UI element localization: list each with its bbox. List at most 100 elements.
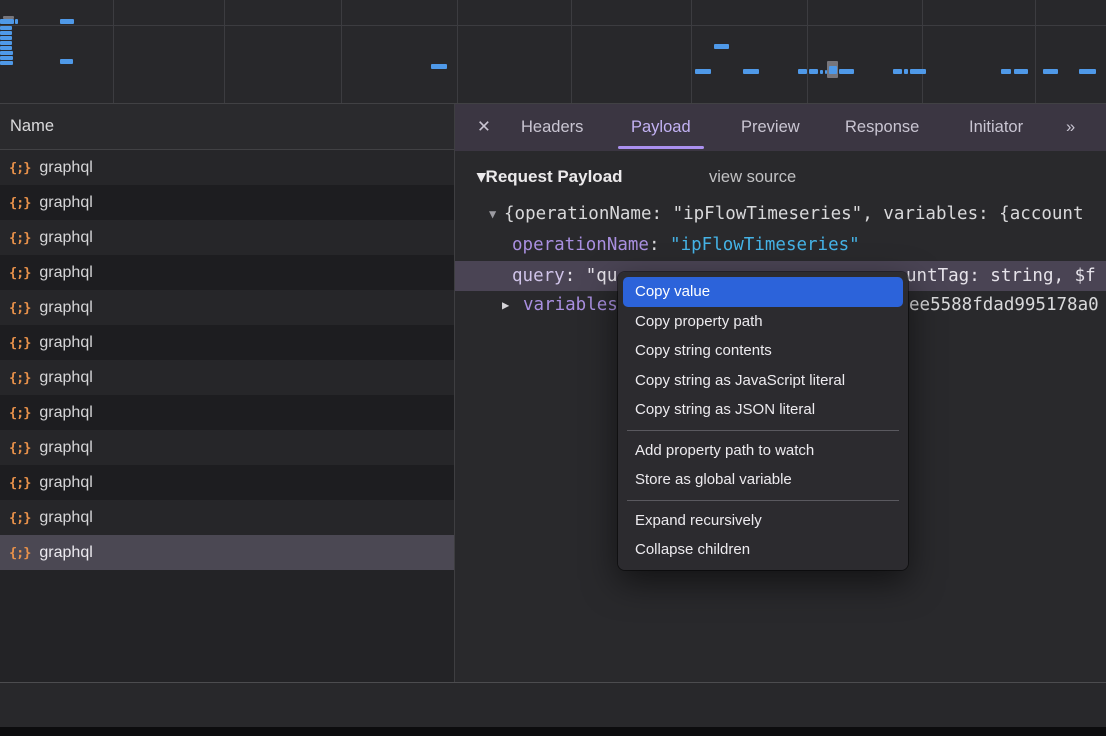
request-row[interactable]: {;} graphql — [0, 220, 454, 255]
waterfall-bar — [829, 66, 837, 74]
expand-arrow-icon[interactable]: ▼ — [489, 201, 496, 227]
view-source-link[interactable]: view source — [709, 165, 796, 189]
property-value-fragment: ee5588fdad995178a0 — [909, 291, 1099, 319]
waterfall-bar — [1001, 69, 1011, 74]
request-row[interactable]: {;}graphql — [0, 185, 454, 220]
json-icon: {;} — [9, 335, 30, 351]
waterfall-bar — [60, 59, 73, 64]
overview-gridline — [1035, 0, 1036, 103]
property-key: operationName — [512, 235, 649, 255]
request-row[interactable]: {;}graphql — [0, 255, 454, 290]
waterfall-bar — [695, 69, 711, 74]
devtools-window: Name {;}graphql{;}graphql{;}graphql{;}gr… — [0, 0, 1106, 736]
tab-headers[interactable]: Headers — [521, 104, 583, 151]
menu-item-expand-recursively[interactable]: Expand recursively — [618, 506, 908, 536]
menu-item-copy-property-path[interactable]: Copy property path — [618, 307, 908, 337]
waterfall-bar — [904, 69, 908, 74]
request-row[interactable]: {;} graphql — [0, 500, 454, 535]
waterfall-bar — [0, 36, 12, 40]
json-icon: {;} — [9, 440, 30, 456]
property-value: "ipFlowTimeseries" — [670, 235, 860, 255]
request-name: graphql — [39, 369, 92, 387]
request-row[interactable]: {;} graphql — [0, 535, 454, 570]
request-name: graphql — [39, 264, 92, 282]
menu-item-copy-string-contents[interactable]: Copy string contents — [618, 336, 908, 366]
waterfall-bar — [809, 69, 818, 74]
overview-gridline-horizontal — [0, 25, 1106, 26]
menu-item-copy-value[interactable]: Copy value — [623, 277, 903, 307]
menu-item-copy-string-as-json-literal[interactable]: Copy string as JSON literal — [618, 395, 908, 425]
waterfall-bar — [0, 31, 12, 35]
waterfall-bar — [1043, 69, 1058, 74]
request-row[interactable]: {;}graphql — [0, 150, 454, 185]
request-row[interactable]: {;} graphql — [0, 430, 454, 465]
overview-gridline — [571, 0, 572, 103]
request-name: graphql — [39, 299, 92, 317]
request-payload-section[interactable]: ▾Request Payload view source — [455, 165, 1106, 189]
overview-gridline — [457, 0, 458, 103]
section-collapse-arrow-icon[interactable]: ▾ — [477, 167, 486, 186]
waterfall-bar — [0, 41, 12, 45]
waterfall-bar — [893, 69, 902, 74]
overview-gridline — [807, 0, 808, 103]
payload-row-operation-name[interactable]: operationName: "ipFlowTimeseries" — [455, 232, 1106, 258]
column-header-label: Name — [10, 117, 54, 136]
waterfall-bar — [431, 64, 447, 69]
waterfall-bar — [0, 26, 12, 30]
tab-payload[interactable]: Payload — [631, 104, 691, 151]
request-list-panel: Name {;}graphql{;}graphql{;}graphql{;}gr… — [0, 104, 454, 736]
menu-separator — [627, 500, 899, 501]
tab-response[interactable]: Response — [845, 104, 919, 151]
json-icon: {;} — [9, 160, 30, 176]
json-icon: {;} — [9, 300, 30, 316]
json-icon: {;} — [9, 230, 30, 246]
overview-gridline — [922, 0, 923, 103]
request-name: graphql — [39, 194, 92, 212]
property-value-start: "qu — [586, 266, 618, 286]
waterfall-bar — [60, 19, 74, 24]
tab-initiator[interactable]: Initiator — [969, 104, 1023, 151]
overview-gridline — [691, 0, 692, 103]
json-icon: {;} — [9, 545, 30, 561]
json-icon: {;} — [9, 370, 30, 386]
request-row[interactable]: {;}graphql — [0, 465, 454, 500]
network-overview[interactable] — [0, 0, 1106, 104]
request-name: graphql — [39, 474, 92, 492]
waterfall-bar — [0, 51, 13, 55]
window-bottom-edge — [0, 727, 1106, 736]
menu-separator — [627, 430, 899, 431]
payload-root-row[interactable]: ▼ {operationName: "ipFlowTimeseries", va… — [455, 201, 1106, 227]
property-key: variables — [523, 291, 618, 319]
request-row[interactable]: {;}graphql — [0, 395, 454, 430]
overview-gridline — [224, 0, 225, 103]
tab-overflow-icon[interactable]: » — [1066, 104, 1073, 151]
request-row[interactable]: {;}graphql — [0, 325, 454, 360]
object-preview-text: {operationName: "ipFlowTimeseries", vari… — [504, 201, 1083, 227]
request-row[interactable]: {;} graphql — [0, 290, 454, 325]
close-icon[interactable]: ✕ — [477, 104, 491, 151]
waterfall-bar — [0, 19, 14, 24]
section-title: Request Payload — [486, 167, 623, 186]
request-name: graphql — [39, 229, 92, 247]
property-separator: : — [565, 266, 586, 286]
waterfall-bar — [15, 19, 18, 24]
menu-item-collapse-children[interactable]: Collapse children — [618, 535, 908, 565]
request-list-empty-area — [0, 570, 454, 682]
request-row[interactable]: {;} graphql — [0, 360, 454, 395]
json-icon: {;} — [9, 510, 30, 526]
waterfall-bar — [743, 69, 759, 74]
waterfall-bar — [1014, 69, 1028, 74]
waterfall-bar — [0, 61, 13, 65]
tab-preview[interactable]: Preview — [741, 104, 800, 151]
json-icon: {;} — [9, 405, 30, 421]
column-header-name[interactable]: Name — [0, 104, 454, 150]
request-list: {;} graphql {;} graphql {;} graphql {;} graphql… — [0, 150, 454, 682]
expand-arrow-icon[interactable]: ▶ — [502, 291, 509, 319]
menu-item-add-property-path-to-watch[interactable]: Add property path to watch — [618, 436, 908, 466]
request-name: graphql — [39, 439, 92, 457]
menu-item-store-as-global-variable[interactable]: Store as global variable — [618, 465, 908, 495]
menu-item-copy-string-as-javascript-literal[interactable]: Copy string as JavaScript literal — [618, 366, 908, 396]
waterfall-bar — [0, 56, 13, 60]
request-name: graphql — [39, 544, 92, 562]
request-name: graphql — [39, 509, 92, 527]
